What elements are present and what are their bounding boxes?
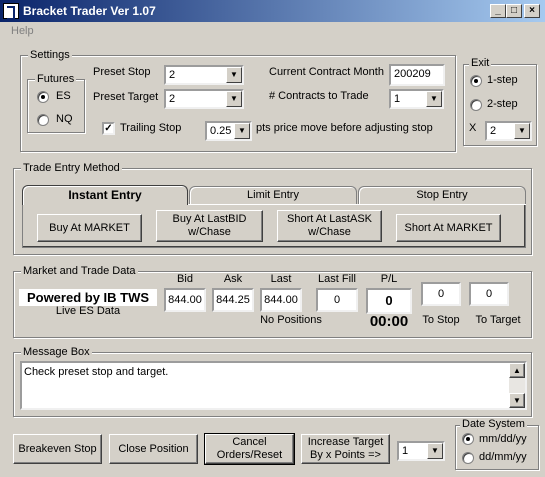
timer-value: 00:00 (369, 313, 409, 330)
tab-instant-entry[interactable]: Instant Entry (22, 185, 188, 205)
contracts-select[interactable]: 1 ▼ (389, 89, 444, 109)
contract-month-input[interactable]: 200209 (389, 64, 445, 86)
increase-target-value: 1 (402, 445, 409, 457)
futures-nq-radio[interactable] (37, 114, 49, 126)
bid-value: 844.00 (164, 288, 206, 312)
date-system-legend: Date System (460, 418, 527, 430)
preset-target-select[interactable]: 2 ▼ (164, 89, 244, 109)
trailing-stop-checkbox[interactable]: ✓ (102, 122, 115, 135)
chevron-down-icon[interactable]: ▼ (514, 123, 530, 139)
preset-target-value: 2 (169, 93, 176, 105)
scroll-down-icon[interactable]: ▼ (509, 393, 525, 408)
close-button[interactable]: × (524, 4, 540, 18)
to-target-value: 0 (469, 282, 509, 306)
ask-value: 844.25 (212, 288, 254, 312)
exit-legend: Exit (469, 57, 492, 69)
tab-panel-top-edge (187, 204, 526, 205)
to-stop-value: 0 (421, 282, 461, 306)
chevron-down-icon[interactable]: ▼ (226, 67, 242, 83)
date-mmddyy-label: mm/dd/yy (479, 433, 527, 445)
exit-1step-label: 1-step (487, 74, 518, 86)
market-legend: Market and Trade Data (21, 265, 138, 277)
menu-help[interactable]: Help (11, 25, 34, 37)
exit-x-value: 2 (490, 125, 497, 137)
short-market-button[interactable]: Short At MARKET (396, 214, 501, 242)
cancel-orders-button[interactable]: Cancel Orders/Reset (204, 433, 295, 465)
message-textarea[interactable]: Check preset stop and target. ▲ ▼ (20, 361, 527, 410)
date-ddmmyy-radio[interactable] (462, 452, 474, 464)
to-target-label: To Target (475, 314, 521, 326)
date-ddmmyy-label: dd/mm/yy (479, 451, 527, 463)
trailing-stop-label: Trailing Stop (120, 122, 182, 134)
window-title: Bracket Trader Ver 1.07 (23, 4, 156, 18)
maximize-button[interactable]: □ (506, 4, 522, 18)
tab-stop-entry[interactable]: Stop Entry (358, 186, 526, 204)
trailing-pts-value: 0.25 (210, 125, 232, 137)
preset-stop-select[interactable]: 2 ▼ (164, 65, 244, 85)
trade-entry-legend: Trade Entry Method (21, 162, 122, 174)
contracts-label: # Contracts to Trade (269, 90, 369, 102)
futures-es-radio[interactable] (37, 91, 49, 103)
exit-x-label: X (469, 122, 477, 134)
settings-legend: Settings (28, 49, 72, 61)
futures-nq-label: NQ (56, 113, 73, 125)
minimize-button[interactable]: _ (490, 4, 506, 18)
contract-month-label: Current Contract Month (269, 66, 384, 78)
buy-market-button[interactable]: Buy At MARKET (37, 214, 142, 242)
ask-label: Ask (223, 273, 243, 285)
last-label: Last (270, 273, 292, 285)
bid-label: Bid (177, 273, 193, 285)
short-lastask-button[interactable]: Short At LastASK w/Chase (277, 210, 382, 242)
last-fill-value: 0 (316, 288, 358, 312)
chevron-down-icon[interactable]: ▼ (234, 123, 250, 139)
exit-2step-radio[interactable] (470, 99, 482, 111)
powered-by-label: Powered by IB TWS (19, 289, 157, 306)
preset-stop-value: 2 (169, 69, 176, 81)
futures-legend: Futures (35, 73, 77, 85)
pl-label: P/L (380, 273, 398, 285)
live-data-label: Live ES Data (55, 305, 121, 317)
trailing-pts-select[interactable]: 0.25 ▼ (205, 121, 252, 141)
message-legend: Message Box (21, 346, 92, 358)
app-icon[interactable] (3, 3, 19, 20)
positions-label: No Positions (260, 314, 322, 326)
last-fill-label: Last Fill (318, 273, 356, 285)
close-position-button[interactable]: Close Position (109, 434, 198, 464)
pl-value: 0 (366, 288, 412, 314)
last-value: 844.00 (260, 288, 302, 312)
message-text: Check preset stop and target. (24, 366, 169, 378)
preset-target-label: Preset Target (93, 91, 159, 103)
chevron-down-icon[interactable]: ▼ (426, 91, 442, 107)
futures-es-label: ES (56, 90, 71, 102)
exit-1step-radio[interactable] (470, 75, 482, 87)
increase-target-button[interactable]: Increase Target By x Points => (301, 434, 390, 464)
breakeven-stop-button[interactable]: Breakeven Stop (13, 434, 102, 464)
menu-bar (0, 22, 545, 40)
exit-2step-label: 2-step (487, 98, 518, 110)
chevron-down-icon[interactable]: ▼ (226, 91, 242, 107)
chevron-down-icon[interactable]: ▼ (427, 443, 443, 459)
message-scrollbar[interactable]: ▲ ▼ (509, 363, 525, 408)
tab-limit-entry[interactable]: Limit Entry (189, 186, 357, 204)
contracts-value: 1 (394, 93, 401, 105)
buy-lastbid-button[interactable]: Buy At LastBID w/Chase (156, 210, 263, 242)
to-stop-label: To Stop (422, 314, 460, 326)
scroll-up-icon[interactable]: ▲ (509, 363, 525, 378)
preset-stop-label: Preset Stop (93, 66, 151, 78)
trailing-pts-text: pts price move before adjusting stop (256, 122, 433, 134)
exit-x-select[interactable]: 2 ▼ (485, 121, 532, 141)
increase-target-select[interactable]: 1 ▼ (397, 441, 445, 461)
date-mmddyy-radio[interactable] (462, 433, 474, 445)
